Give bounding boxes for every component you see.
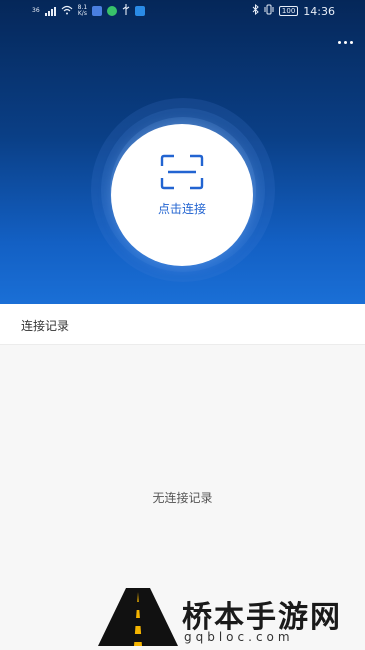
scan-icon (160, 154, 204, 194)
net-speed-unit: K/s (77, 10, 87, 17)
records-header: 连接记录 (0, 304, 365, 345)
vibrate-icon (264, 4, 274, 18)
connect-label: 点击连接 (157, 202, 206, 216)
hero-panel: 36 8.1 K/s 100 14:36 点击连接 (0, 0, 365, 304)
empty-records-message: 无连接记录 (152, 491, 213, 505)
app-screen: 36 8.1 K/s 100 14:36 点击连接 连接记录 无连接记录 桥本手… (0, 0, 365, 650)
watermark: 桥本手游网 gqbloc.com (98, 586, 360, 646)
clock: 14:36 (303, 4, 335, 18)
connect-button[interactable]: 点击连接 (111, 124, 253, 266)
chat-notification-icon (107, 6, 118, 16)
status-bar: 36 8.1 K/s 100 14:36 (0, 0, 365, 22)
battery-indicator: 100 (278, 6, 299, 16)
signal-label: 36 (32, 7, 40, 14)
bluetooth-icon (252, 3, 259, 18)
usb-icon (122, 4, 130, 18)
signal-icon (44, 6, 56, 16)
wifi-icon (61, 5, 73, 18)
records-title: 连接记录 (21, 319, 70, 333)
status-left: 36 8.1 K/s (32, 4, 146, 18)
watermark-logo-icon (98, 586, 178, 650)
net-speed: 8.1 K/s (78, 5, 88, 17)
app-notification-icon (92, 6, 103, 16)
more-menu-icon[interactable] (335, 36, 355, 48)
status-right: 100 14:36 (252, 3, 335, 18)
mail-notification-icon (135, 6, 146, 16)
watermark-url: gqbloc.com (184, 630, 294, 644)
